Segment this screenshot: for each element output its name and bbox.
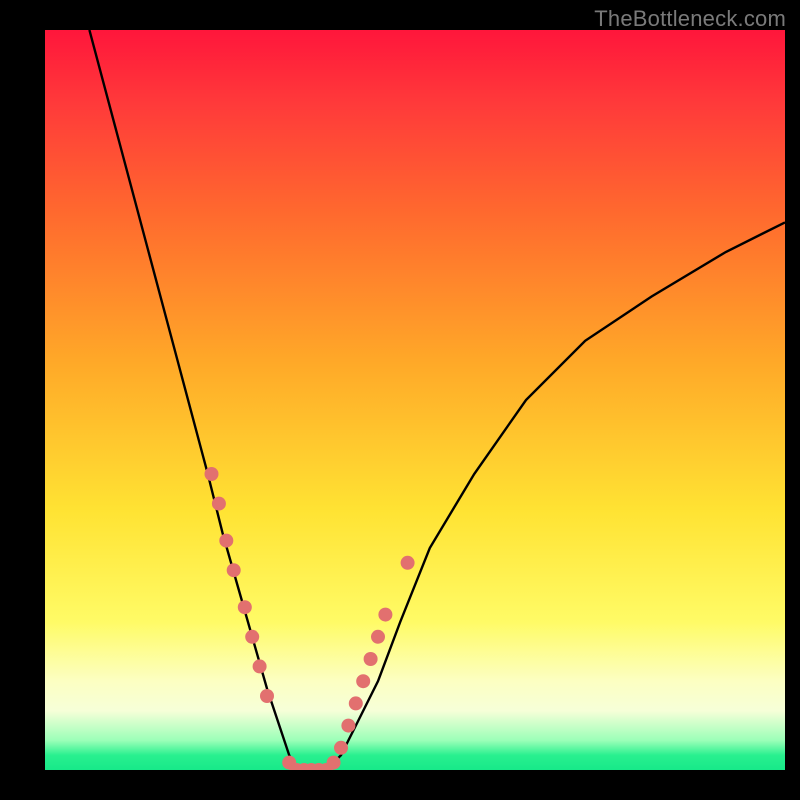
highlight-dot [245,630,259,644]
highlight-dot [401,556,415,570]
highlight-dot [378,608,392,622]
highlight-dot [212,497,226,511]
plot-area [45,30,785,770]
highlight-dot [327,756,341,770]
highlight-dot [238,600,252,614]
highlight-dot [205,467,219,481]
highlight-dot [364,652,378,666]
highlight-dot [260,689,274,703]
highlight-dots [205,467,415,770]
highlight-dot [219,534,233,548]
highlight-dot [341,719,355,733]
watermark-text: TheBottleneck.com [594,6,786,32]
highlight-dot [253,659,267,673]
highlight-dot [227,563,241,577]
highlight-dot [356,674,370,688]
curve-layer [45,30,785,770]
highlight-dot [334,741,348,755]
highlight-dot [349,696,363,710]
chart-frame: TheBottleneck.com [0,0,800,800]
bottleneck-curve [89,30,785,770]
highlight-dot [371,630,385,644]
